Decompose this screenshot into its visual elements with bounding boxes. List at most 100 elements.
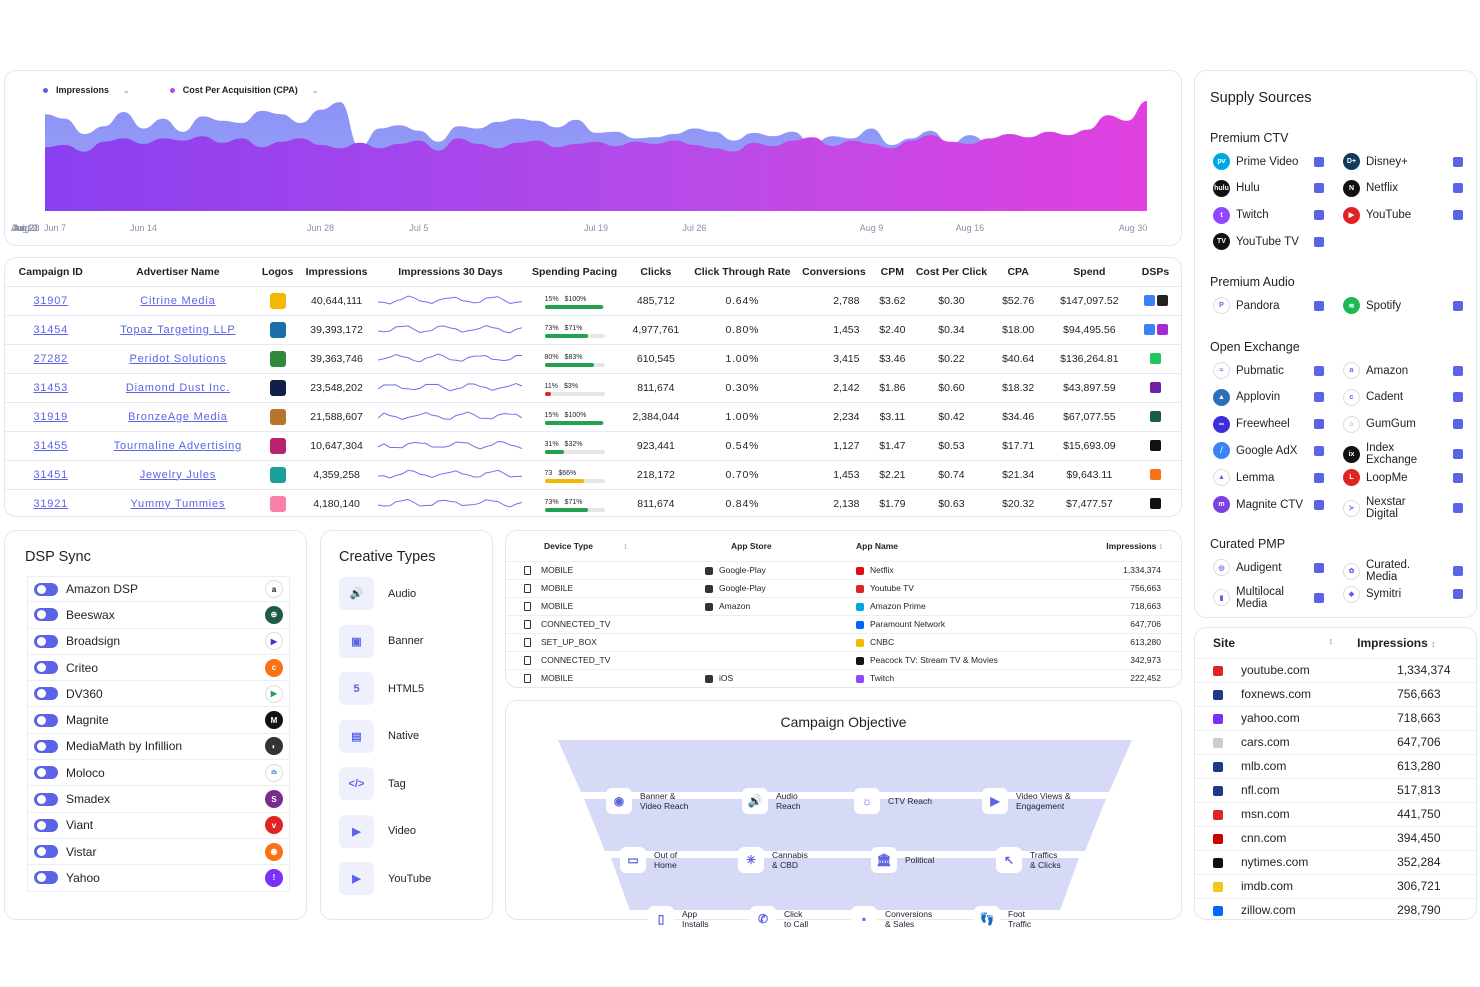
creative-type-item[interactable]: ▶ Video [339, 814, 416, 848]
dsp-toggle[interactable] [34, 713, 58, 727]
dsp-toggle[interactable] [34, 582, 58, 596]
objective-item[interactable]: 🔊 Audio Reach [742, 788, 801, 814]
creative-type-item[interactable]: 🔊 Audio [339, 577, 416, 610]
supply-checkbox[interactable] [1453, 392, 1463, 403]
supply-checkbox[interactable] [1314, 499, 1324, 510]
dsp-row[interactable]: Smadex S [27, 786, 290, 813]
table-row[interactable]: foxnews.com 756,663 [1195, 681, 1476, 706]
dsp-toggle[interactable] [34, 818, 58, 832]
supply-checkbox[interactable] [1314, 392, 1324, 403]
supply-source-item[interactable]: ≻ Nexstar Digital [1343, 496, 1463, 520]
legend-item-cpa[interactable]: Cost Per Acquisition (CPA) ⌄ [169, 85, 318, 95]
objective-item[interactable]: ▪ Conversions & Sales [851, 906, 932, 932]
dsp-row[interactable]: Amazon DSP a [27, 576, 290, 603]
dsp-toggle[interactable] [34, 766, 58, 780]
table-row[interactable]: youtube.com 1,334,374 [1195, 657, 1476, 682]
dsp-row[interactable]: DV360 ▶ [27, 681, 290, 708]
dsp-icon[interactable] [1156, 295, 1168, 307]
supply-source-item[interactable]: c Cadent [1343, 388, 1463, 406]
supply-checkbox[interactable] [1453, 419, 1463, 430]
creative-type-item[interactable]: 5 HTML5 [339, 672, 424, 705]
supply-source-item[interactable]: ▮ Multilocal Media [1213, 586, 1324, 610]
supply-checkbox[interactable] [1314, 156, 1324, 167]
table-row[interactable]: 27282 Peridot Solutions 39,363,746 80% $83% 6… [5, 343, 1181, 373]
table-row[interactable]: SET_UP_BOX CNBC 613,280 [506, 632, 1181, 651]
objective-item[interactable]: ✳ Cannabis & CBD [738, 847, 808, 873]
objective-item[interactable]: ▭ Out of Home [620, 847, 677, 873]
column-header[interactable]: Spending Pacing [524, 258, 626, 286]
table-row[interactable]: 31453 Diamond Dust Inc. 23,548,202 11% $3% 81… [5, 372, 1181, 402]
campaign-id-link[interactable]: 31451 [5, 459, 97, 489]
supply-source-item[interactable]: ◆ Symitri [1343, 585, 1463, 603]
dsp-row[interactable]: Beeswax ⊕ [27, 602, 290, 629]
dsp-icon[interactable] [1150, 469, 1162, 481]
supply-checkbox[interactable] [1453, 210, 1463, 221]
supply-source-item[interactable]: L LoopMe [1343, 469, 1463, 487]
column-header[interactable]: Clicks [625, 258, 686, 286]
supply-checkbox[interactable] [1314, 365, 1324, 376]
supply-source-item[interactable]: ▲ Applovin [1213, 388, 1324, 406]
table-row[interactable]: MOBILE Google-Play Youtube TV 756,663 [506, 578, 1181, 597]
table-row[interactable]: yahoo.com 718,663 [1195, 705, 1476, 730]
column-header[interactable]: Impressions [296, 258, 377, 286]
table-row[interactable]: cars.com 647,706 [1195, 729, 1476, 754]
column-header[interactable]: Conversions [798, 258, 869, 286]
table-row[interactable]: zillow.com 298,790 [1195, 897, 1476, 919]
campaign-id-link[interactable]: 31453 [5, 372, 97, 402]
dsp-toggle[interactable] [34, 792, 58, 806]
dsp-row[interactable]: Viant v [27, 812, 290, 839]
dsp-toggle[interactable] [34, 661, 58, 675]
supply-source-item[interactable]: D+ Disney+ [1343, 153, 1463, 170]
table-row[interactable]: 31451 Jewelry Jules 4,359,258 73 $66% 218,172… [5, 459, 1181, 489]
objective-item[interactable]: ▯ App Installs [648, 906, 708, 932]
dsp-toggle[interactable] [34, 634, 58, 648]
advertiser-name-link[interactable]: BronzeAge Media [96, 401, 260, 431]
table-row[interactable]: MOBILE Google-Play Netflix 1,334,374 [506, 560, 1181, 579]
column-header[interactable]: CPM [869, 258, 915, 286]
header-impressions[interactable]: Impressions ↕ [1337, 628, 1476, 658]
supply-source-item[interactable]: ✿ Curated. Media [1343, 559, 1463, 583]
supply-checkbox[interactable] [1453, 503, 1463, 513]
campaign-id-link[interactable]: 31455 [5, 430, 97, 460]
dsp-icon[interactable] [1156, 324, 1168, 336]
advertiser-name-link[interactable]: Citrine Media [96, 285, 260, 315]
supply-checkbox[interactable] [1453, 566, 1463, 576]
advertiser-name-link[interactable]: Diamond Dust Inc. [96, 372, 260, 402]
objective-item[interactable]: ☼ CTV Reach [854, 788, 932, 814]
column-header[interactable]: Spend [1049, 258, 1130, 286]
column-header[interactable]: Click Through Rate [686, 258, 798, 286]
supply-source-item[interactable]: ≋ Spotify [1343, 297, 1463, 314]
dsp-row[interactable]: Magnite M [27, 707, 290, 734]
table-row[interactable]: msn.com 441,750 [1195, 801, 1476, 826]
dsp-icon[interactable] [1150, 498, 1162, 510]
column-header[interactable]: Logos [259, 258, 296, 286]
table-row[interactable]: cnn.com 394,450 [1195, 825, 1476, 850]
campaign-id-link[interactable]: 31921 [5, 488, 97, 516]
dsp-toggle[interactable] [34, 871, 58, 885]
table-row[interactable]: 31921 Yummy Tummies 4,180,140 73% $71% 811,67… [5, 488, 1181, 516]
supply-checkbox[interactable] [1453, 589, 1463, 600]
supply-checkbox[interactable] [1314, 183, 1324, 194]
objective-item[interactable]: 🏛 Political [871, 847, 934, 873]
column-header[interactable]: Advertiser Name [97, 258, 260, 286]
supply-source-item[interactable]: ⧸ Google AdX [1213, 442, 1324, 460]
supply-checkbox[interactable] [1453, 183, 1463, 194]
column-header[interactable]: Impressions 30 Days [377, 258, 523, 286]
dsp-row[interactable]: Broadsign ▶ [27, 628, 290, 655]
supply-source-item[interactable]: ∞ Freewheel [1213, 415, 1324, 433]
dsp-icon[interactable] [1150, 353, 1162, 365]
header-site[interactable]: Site ↕ [1195, 628, 1337, 658]
table-row[interactable]: 31919 BronzeAge Media 21,588,607 15% $100% 2,… [5, 401, 1181, 431]
objective-item[interactable]: ↖ Traffics & Clicks [996, 847, 1061, 873]
header-app-name[interactable]: App Name [856, 531, 1086, 561]
supply-source-item[interactable]: P Pandora [1213, 297, 1324, 314]
supply-checkbox[interactable] [1453, 300, 1463, 311]
objective-item[interactable]: ✆ Click to Call [750, 906, 808, 932]
supply-checkbox[interactable] [1314, 419, 1324, 430]
header-impressions[interactable]: Impressions ↕ [1086, 531, 1181, 561]
dsp-toggle[interactable] [34, 739, 58, 753]
dsp-row[interactable]: Criteo c [27, 654, 290, 682]
supply-source-item[interactable]: pv Prime Video [1213, 153, 1324, 170]
dsp-icon[interactable] [1143, 324, 1155, 336]
campaign-id-link[interactable]: 31454 [5, 314, 97, 344]
